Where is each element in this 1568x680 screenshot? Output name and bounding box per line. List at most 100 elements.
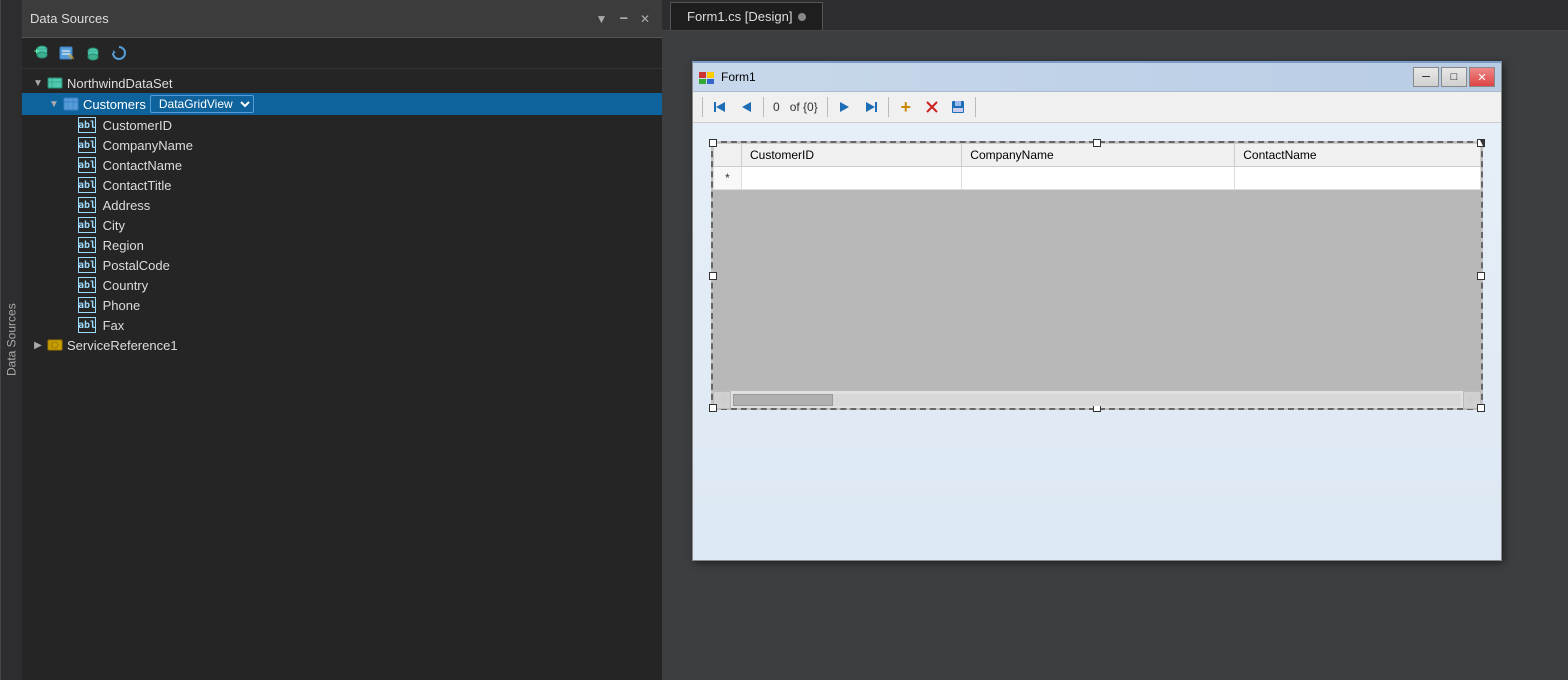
field-icon-city: abl xyxy=(78,217,96,233)
design-tab-label: Form1.cs [Design] xyxy=(687,9,792,24)
tree-item-companyname[interactable]: abl CompanyName xyxy=(22,135,662,155)
resize-handle-tl[interactable] xyxy=(709,139,717,147)
design-canvas[interactable]: Form1 ─ □ ✕ xyxy=(662,31,1568,680)
hscroll-thumb[interactable] xyxy=(733,394,833,406)
nav-last-btn[interactable] xyxy=(859,95,883,119)
field-label-address: Address xyxy=(99,198,150,213)
tree-item-contactname[interactable]: abl ContactName xyxy=(22,155,662,175)
win-title: Form1 xyxy=(721,70,1411,84)
field-label-contactname: ContactName xyxy=(99,158,182,173)
nav-sep-2 xyxy=(763,97,764,117)
binding-navigator: 0 of {0} xyxy=(693,92,1501,123)
tree-item-customers[interactable]: ▼ Customers DataGridView Details None xyxy=(22,93,662,115)
datagrid-new-row-contactname xyxy=(1235,167,1481,190)
tree-item-customerid[interactable]: abl CustomerID xyxy=(22,115,662,135)
design-area: Form1.cs [Design] Form1 ─ xyxy=(662,0,1568,680)
win-form: Form1 ─ □ ✕ xyxy=(692,61,1502,561)
form-icon xyxy=(699,69,715,85)
customers-dropdown[interactable]: DataGridView Details None xyxy=(150,95,254,113)
datagrid-wrapper[interactable]: CustomerID CompanyName ContactName * xyxy=(711,141,1483,410)
win-close-btn[interactable]: ✕ xyxy=(1469,67,1495,87)
datagrid-new-row-companyname xyxy=(962,167,1235,190)
tree-item-address[interactable]: abl Address xyxy=(22,195,662,215)
datagrid-new-row-marker: * xyxy=(714,167,742,190)
refresh-btn[interactable] xyxy=(108,42,130,64)
maximize-icon: □ xyxy=(1451,71,1458,83)
serviceref-arrow: ▶ xyxy=(30,340,46,351)
resize-handle-br[interactable] xyxy=(1477,404,1485,412)
nav-save-btn[interactable] xyxy=(946,95,970,119)
customers-arrow: ▼ xyxy=(46,99,62,110)
dataset-arrow: ▼ xyxy=(30,78,46,89)
field-icon-contactname: abl xyxy=(78,157,96,173)
nav-count-value: 0 xyxy=(773,100,780,114)
tree-item-contacttitle[interactable]: abl ContactTitle xyxy=(22,175,662,195)
nav-sep-5 xyxy=(975,97,976,117)
win-maximize-btn[interactable]: □ xyxy=(1441,67,1467,87)
field-label-fax: Fax xyxy=(99,318,124,333)
resize-handle-mr[interactable] xyxy=(1477,272,1485,280)
serviceref-icon xyxy=(46,337,64,353)
nav-add-btn[interactable]: + xyxy=(894,95,918,119)
datagrid-header-customerid: CustomerID xyxy=(742,144,962,167)
nav-next-btn[interactable] xyxy=(833,95,857,119)
nav-next-icon xyxy=(837,99,853,115)
edit-dataset-icon: ✎ xyxy=(58,44,76,62)
form-content: CustomerID CompanyName ContactName * xyxy=(693,123,1501,428)
nav-first-icon xyxy=(712,99,728,115)
customers-table-icon xyxy=(62,96,80,112)
panel-dropdown-btn[interactable]: ▼ xyxy=(592,10,612,28)
tree-item-region[interactable]: abl Region xyxy=(22,235,662,255)
field-icon-fax: abl xyxy=(78,317,96,333)
tree-item-fax[interactable]: abl Fax xyxy=(22,315,662,335)
field-label-country: Country xyxy=(99,278,148,293)
tree-item-serviceref[interactable]: ▶ ServiceReference1 xyxy=(22,335,662,355)
resize-handle-ml[interactable] xyxy=(709,272,717,280)
tree-item-phone[interactable]: abl Phone xyxy=(22,295,662,315)
nav-last-icon xyxy=(863,99,879,115)
nav-sep-1 xyxy=(702,97,703,117)
panel-close-btn[interactable]: ✕ xyxy=(636,10,654,28)
field-icon-contacttitle: abl xyxy=(78,177,96,193)
datagrid-new-row: * xyxy=(714,167,1481,190)
resize-handle-tr[interactable] xyxy=(1477,139,1485,147)
sidebar-tab[interactable]: Data Sources xyxy=(0,0,22,680)
tree-item-postalcode[interactable]: abl PostalCode xyxy=(22,255,662,275)
datagrid-header-rowmarker xyxy=(714,144,742,167)
serviceref-label: ServiceReference1 xyxy=(67,338,178,353)
delete-icon xyxy=(924,99,940,115)
nav-first-btn[interactable] xyxy=(708,95,732,119)
field-label-contacttitle: ContactTitle xyxy=(99,178,172,193)
tree-item-dataset[interactable]: ▼ NorthwindDataSet xyxy=(22,73,662,93)
resize-handle-tc[interactable] xyxy=(1093,139,1101,147)
data-sources-panel: Data Sources ▼ 🗕 ✕ + ✎ xyxy=(22,0,662,680)
edit-dataset-btn[interactable]: ✎ xyxy=(56,42,78,64)
field-icon-country: abl xyxy=(78,277,96,293)
hscroll-track[interactable] xyxy=(733,394,1461,406)
tree-container[interactable]: ▼ NorthwindDataSet ▼ xyxy=(22,69,662,680)
nav-count-of: of {0} xyxy=(790,100,818,114)
field-icon-region: abl xyxy=(78,237,96,253)
nav-prev-btn[interactable] xyxy=(734,95,758,119)
close-icon: ✕ xyxy=(1477,71,1486,84)
nav-sep-4 xyxy=(888,97,889,117)
add-datasource-btn[interactable]: + xyxy=(30,42,52,64)
tree-item-country[interactable]: abl Country xyxy=(22,275,662,295)
hscroll-area: ◀ ▶ xyxy=(713,390,1481,408)
sidebar-tab-label: Data Sources xyxy=(5,304,19,377)
design-tab-form1[interactable]: Form1.cs [Design] xyxy=(670,2,823,30)
tree-item-city[interactable]: abl City xyxy=(22,215,662,235)
field-label-customerid: CustomerID xyxy=(99,118,172,133)
panel-titlebar: Data Sources ▼ 🗕 ✕ xyxy=(22,0,662,38)
win-minimize-btn[interactable]: ─ xyxy=(1413,67,1439,87)
panel-pin-btn[interactable]: 🗕 xyxy=(615,6,632,31)
field-label-companyname: CompanyName xyxy=(99,138,193,153)
resize-arrow-tr xyxy=(1476,140,1484,148)
add-icon: + xyxy=(900,97,911,118)
nav-delete-btn[interactable] xyxy=(920,95,944,119)
refresh-icon xyxy=(84,44,102,62)
datagrid-new-row-customerid xyxy=(742,167,962,190)
resize-handle-bl[interactable] xyxy=(709,404,717,412)
design-tabs: Form1.cs [Design] xyxy=(662,0,1568,31)
refresh-datasource-btn[interactable] xyxy=(82,42,104,64)
